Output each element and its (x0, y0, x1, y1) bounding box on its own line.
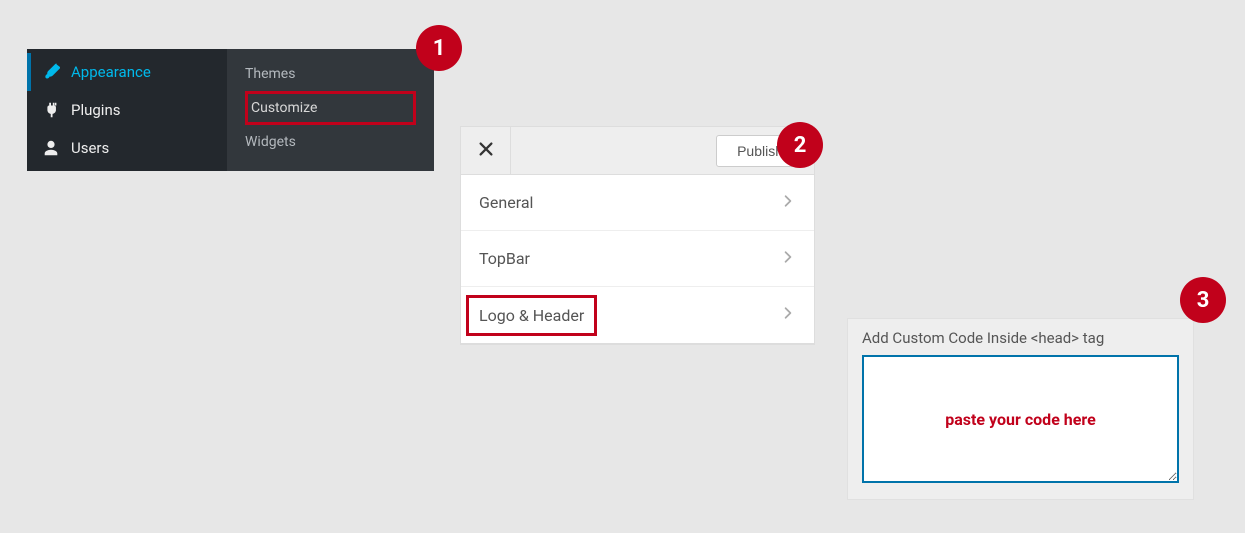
row-label: TopBar (479, 249, 780, 268)
menu-item-appearance[interactable]: Appearance (27, 53, 227, 91)
menu-label: Plugins (71, 101, 120, 119)
chevron-right-icon (780, 193, 796, 213)
customizer-header: Publish (461, 127, 814, 175)
flyout-item-customize[interactable]: Customize (245, 91, 416, 125)
menu-item-plugins[interactable]: Plugins (27, 91, 227, 129)
menu-label: Appearance (71, 63, 151, 81)
menu-item-users[interactable]: Users (27, 129, 227, 167)
row-label: General (479, 193, 780, 212)
step-badge-1: 1 (416, 25, 462, 71)
step-badge-3: 3 (1180, 277, 1226, 323)
plug-icon (41, 100, 61, 120)
custom-code-panel: Add Custom Code Inside <head> tag (847, 318, 1194, 500)
customizer-row-general[interactable]: General (461, 175, 814, 231)
chevron-right-icon (780, 249, 796, 269)
wp-admin-sidebar: Appearance Plugins Users Themes Customiz… (27, 49, 434, 171)
flyout-item-widgets[interactable]: Widgets (227, 125, 434, 159)
custom-code-title: Add Custom Code Inside <head> tag (862, 329, 1179, 347)
custom-code-textarea[interactable] (862, 355, 1179, 483)
chevron-right-icon (780, 305, 796, 325)
step-badge-2: 2 (777, 122, 823, 168)
row-highlight-wrap: Logo & Header (469, 298, 594, 333)
wp-admin-main-menu: Appearance Plugins Users (27, 49, 227, 171)
customizer-panel: Publish General TopBar Logo & Header (460, 126, 815, 344)
close-icon (477, 140, 495, 162)
close-button[interactable] (461, 127, 511, 175)
menu-label: Users (71, 139, 109, 157)
row-label: Logo & Header (479, 306, 584, 325)
user-icon (41, 138, 61, 158)
paintbrush-icon (41, 62, 61, 82)
customizer-row-topbar[interactable]: TopBar (461, 231, 814, 287)
flyout-item-themes[interactable]: Themes (227, 57, 434, 91)
wp-admin-flyout: Themes Customize Widgets (227, 49, 434, 171)
customizer-row-logo-header[interactable]: Logo & Header (461, 287, 814, 343)
